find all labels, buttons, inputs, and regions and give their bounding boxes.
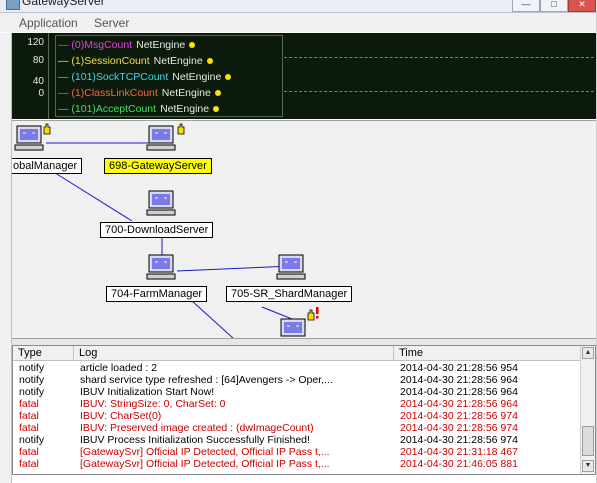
log-message: IBUV: CharSet(0)	[80, 410, 162, 422]
graph-gridline	[284, 57, 594, 58]
node-label[interactable]: 704-FarmManager	[106, 286, 208, 302]
status-dot-icon	[189, 42, 196, 49]
log-time: 2014-04-30 21:28:56 974	[400, 434, 518, 446]
minimize-icon[interactable]: —	[512, 0, 540, 12]
legend-item: — (101)SockTCPCount NetEngine	[58, 71, 232, 83]
log-type: fatal	[19, 422, 39, 434]
log-row[interactable]: fatal [GatewaySvr] Official IP Detected,…	[13, 458, 585, 470]
legend-engine: NetEngine	[161, 87, 211, 99]
graph-gridline	[284, 91, 594, 92]
log-row[interactable]: fatal [GatewaySvr] Official IP Detected,…	[13, 446, 585, 458]
legend-engine: NetEngine	[172, 71, 222, 83]
status-dot-icon	[206, 58, 213, 65]
log-message: IBUV Initialization Start Now!	[80, 386, 215, 398]
warning-hand-icon	[307, 307, 319, 321]
log-row[interactable]: fatal IBUV: StringSize: 0, CharSet: 0 20…	[13, 398, 585, 410]
log-type: notify	[19, 374, 45, 386]
legend-item: — (101)AcceptCount NetEngine	[58, 103, 220, 115]
log-scrollbar[interactable]: ▲ ▼	[580, 346, 595, 474]
column-header-time[interactable]: Time	[394, 346, 585, 360]
legend-engine: NetEngine	[136, 39, 186, 51]
log-type: notify	[19, 434, 45, 446]
status-dot-icon	[214, 90, 221, 97]
log-row[interactable]: notify IBUV Process Initialization Succe…	[13, 434, 585, 446]
performance-graph: 120 80 40 0 — (0)MsgCount NetEngine — (1)…	[12, 33, 596, 119]
node-label[interactable]: 700-DownloadServer	[100, 222, 214, 238]
menu-application[interactable]: Application	[19, 16, 78, 30]
log-message: article loaded : 2	[80, 362, 158, 374]
legend-series-name: (0)MsgCount	[71, 39, 133, 51]
left-border	[0, 33, 12, 483]
menu-server[interactable]: Server	[94, 16, 129, 30]
app-window-icon	[6, 0, 20, 10]
menu-bar: Application Server	[0, 13, 597, 32]
column-header-log[interactable]: Log	[74, 346, 394, 360]
legend-engine: NetEngine	[153, 55, 203, 67]
legend-engine: NetEngine	[160, 103, 210, 115]
log-time: 2014-04-30 21:28:56 964	[400, 398, 518, 410]
scroll-up-icon[interactable]: ▲	[582, 347, 594, 359]
legend-series-name: (101)AcceptCount	[71, 103, 157, 115]
log-time: 2014-04-30 21:28:56 954	[400, 362, 518, 374]
log-message: [GatewaySvr] Official IP Detected, Offic…	[80, 446, 330, 458]
y-tick-label: 120	[27, 37, 44, 48]
server-topology-view[interactable]: obalManager 698-GatewayServer 700-Downlo…	[12, 120, 596, 339]
computer-icon	[14, 125, 44, 151]
scroll-thumb[interactable]	[582, 426, 594, 456]
log-time: 2014-04-30 21:31:18 467	[400, 446, 518, 458]
log-header: Type Log Time	[13, 346, 585, 361]
log-row[interactable]: notify IBUV Initialization Start Now! 20…	[13, 386, 585, 398]
log-time: 2014-04-30 21:28:56 964	[400, 374, 518, 386]
log-type: notify	[19, 362, 45, 374]
legend-series-name: (1)SessionCount	[71, 55, 150, 67]
log-message: IBUV: StringSize: 0, CharSet: 0	[80, 398, 226, 410]
maximize-icon[interactable]: □	[540, 0, 568, 12]
log-row[interactable]: fatal IBUV: CharSet(0) 2014-04-30 21:28:…	[13, 410, 585, 422]
node-label[interactable]: 705-SR_ShardManager	[226, 286, 353, 302]
log-row[interactable]: notify shard service type refreshed : [6…	[13, 374, 585, 386]
node-label[interactable]: 698-GatewayServer	[104, 158, 212, 174]
log-type: notify	[19, 386, 45, 398]
hand-icon	[43, 123, 51, 135]
log-message: IBUV: Preserved image created : (dwImage…	[80, 422, 314, 434]
legend-item: — (0)MsgCount NetEngine	[58, 39, 196, 51]
title-bar: GatewayServer — □ ✕	[0, 0, 597, 13]
log-type: fatal	[19, 410, 39, 422]
graph-y-axis: 120 80 40 0	[12, 33, 49, 119]
legend-item: — (1)SessionCount NetEngine	[58, 55, 213, 67]
log-type: fatal	[19, 398, 39, 410]
computer-icon	[146, 125, 176, 151]
graph-legend: — (0)MsgCount NetEngine — (1)SessionCount…	[55, 35, 283, 117]
status-dot-icon	[213, 106, 220, 113]
computer-icon	[146, 254, 176, 280]
log-time: 2014-04-30 21:28:56 974	[400, 422, 518, 434]
log-panel: Type Log Time notify article loaded : 2 …	[12, 345, 596, 475]
close-icon[interactable]: ✕	[568, 0, 596, 12]
computer-icon	[146, 190, 176, 216]
log-row[interactable]: fatal IBUV: Preserved image created : (d…	[13, 422, 585, 434]
log-message: [GatewaySvr] Official IP Detected, Offic…	[80, 458, 330, 470]
log-row[interactable]: notify article loaded : 2 2014-04-30 21:…	[13, 362, 585, 374]
hand-icon	[177, 123, 185, 135]
computer-icon	[280, 318, 306, 337]
legend-series-name: (101)SockTCPCount	[71, 71, 169, 83]
status-dot-icon	[225, 74, 232, 81]
log-type: fatal	[19, 446, 39, 458]
log-time: 2014-04-30 21:28:56 964	[400, 386, 518, 398]
scroll-down-icon[interactable]: ▼	[582, 460, 594, 472]
log-time: 2014-04-30 21:46:05 881	[400, 458, 518, 470]
legend-item: — (1)ClassLinkCount NetEngine	[58, 87, 221, 99]
legend-series-name: (1)ClassLinkCount	[71, 87, 158, 99]
log-type: fatal	[19, 458, 39, 470]
node-label[interactable]: obalManager	[12, 158, 83, 174]
column-header-type[interactable]: Type	[13, 346, 74, 360]
y-tick-label: 0	[38, 88, 44, 99]
y-tick-label: 80	[32, 55, 44, 66]
computer-icon	[276, 254, 306, 280]
window-title: GatewayServer	[22, 0, 105, 8]
y-tick-label: 40	[32, 76, 44, 87]
log-message: IBUV Process Initialization Successfully…	[80, 434, 310, 446]
log-time: 2014-04-30 21:28:56 974	[400, 410, 518, 422]
log-message: shard service type refreshed : [64]Aveng…	[80, 374, 333, 386]
